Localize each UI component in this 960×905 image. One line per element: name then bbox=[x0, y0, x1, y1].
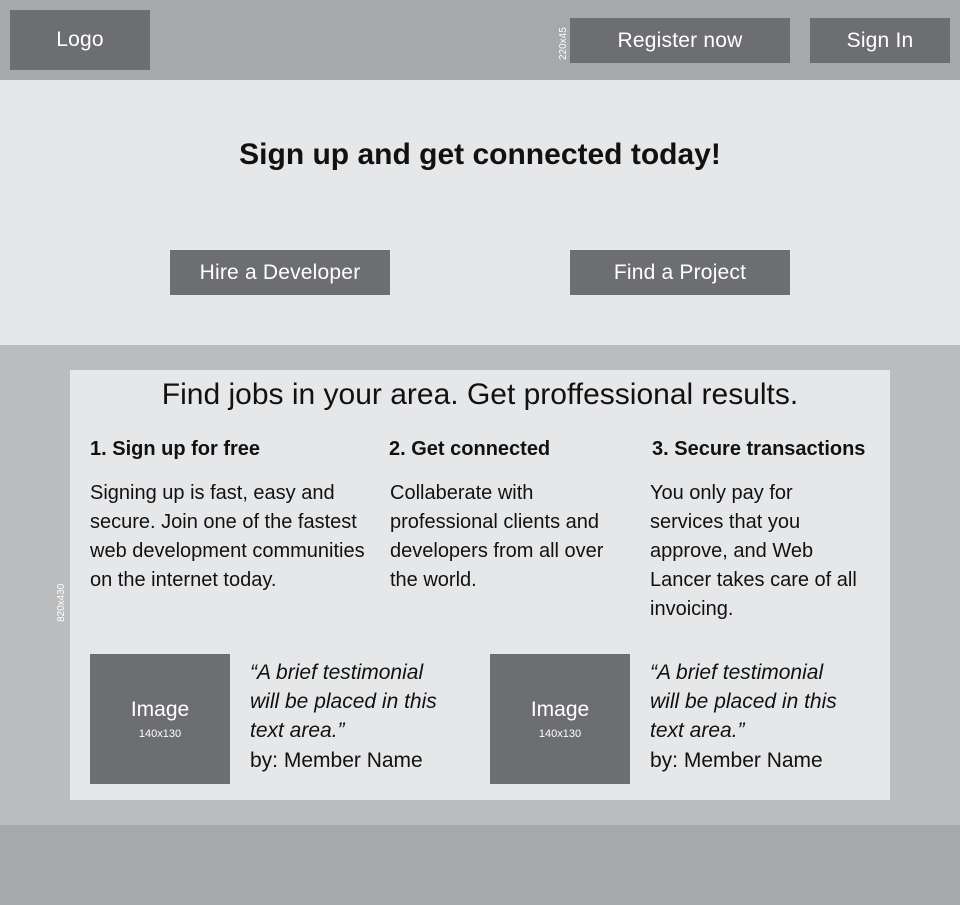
find-project-button[interactable]: Find a Project bbox=[570, 250, 790, 295]
step-text: Signing up is fast, easy and secure. Joi… bbox=[90, 482, 365, 591]
image-label: Image bbox=[130, 698, 190, 721]
register-button[interactable]: Register now bbox=[570, 18, 790, 63]
testimonial-quote: “A brief testimonial will be placed in t… bbox=[650, 661, 837, 742]
hero-section bbox=[0, 80, 960, 345]
image-label: Image bbox=[530, 698, 590, 721]
logo[interactable]: Logo bbox=[10, 10, 150, 70]
content-title: Find jobs in your area. Get proffessiona… bbox=[161, 378, 799, 411]
testimonial-image: Image 140x130 bbox=[90, 654, 230, 784]
footer bbox=[0, 825, 960, 905]
step-title: 1. Sign up for free bbox=[90, 438, 261, 460]
testimonial-quote: “A brief testimonial will be placed in t… bbox=[250, 661, 437, 742]
size-annotation: 820x430 bbox=[56, 583, 67, 622]
sign-in-button[interactable]: Sign In bbox=[810, 18, 950, 63]
image-size: 140x130 bbox=[538, 728, 582, 740]
testimonial-author: by: Member Name bbox=[650, 749, 823, 772]
step-title: 3. Secure transactions bbox=[652, 438, 866, 460]
step-text: You only pay for services that you appro… bbox=[650, 482, 857, 620]
step-title: 2. Get connected bbox=[389, 438, 551, 460]
hire-developer-button[interactable]: Hire a Developer bbox=[170, 250, 390, 295]
testimonial-image: Image 140x130 bbox=[490, 654, 630, 784]
hero-title: Sign up and get connected today! bbox=[239, 138, 721, 171]
image-size: 140x130 bbox=[138, 728, 182, 740]
size-annotation: 220x45 bbox=[558, 27, 569, 60]
step-text: Collaberate with professional clients an… bbox=[390, 482, 604, 591]
testimonial-author: by: Member Name bbox=[250, 749, 423, 772]
